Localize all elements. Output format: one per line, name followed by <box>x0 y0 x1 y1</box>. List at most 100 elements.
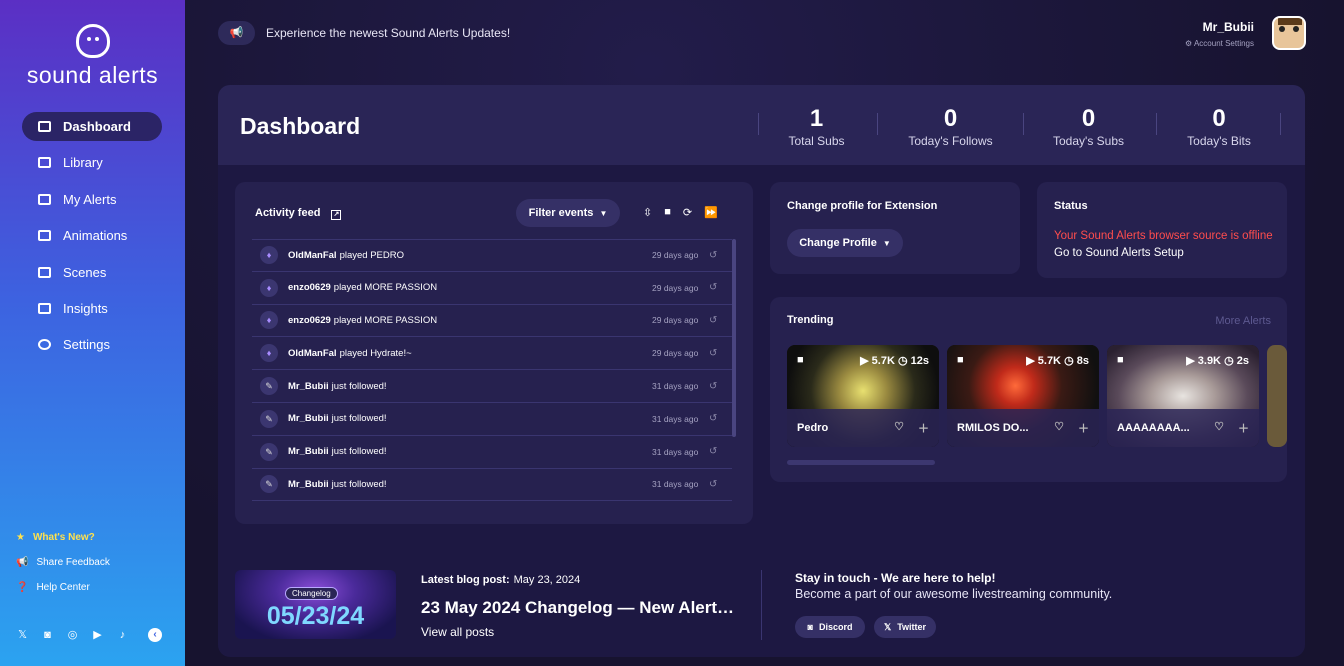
replay-icon[interactable]: ↺ <box>709 413 717 424</box>
blog-title-link[interactable]: 23 May 2024 Changelog — New Alerts ... <box>421 598 736 618</box>
status-message: Your Sound Alerts browser source is offl… <box>1054 230 1273 242</box>
plus-icon[interactable]: ＋ <box>1238 420 1249 436</box>
heart-icon[interactable]: ♡ <box>1054 420 1064 436</box>
sidebar-item-settings[interactable]: Settings <box>22 330 162 359</box>
collapse-sidebar-icon[interactable]: ‹ <box>148 628 162 642</box>
scenes-icon <box>38 266 51 278</box>
video-icon: ■ <box>797 354 804 366</box>
sidebar-item-label: My Alerts <box>63 191 117 207</box>
discord-icon[interactable]: ◙ <box>41 629 54 641</box>
refresh-icon[interactable]: ⟳ <box>683 206 692 219</box>
replay-icon[interactable]: ↺ <box>709 315 717 326</box>
youtube-icon[interactable]: ▶ <box>91 628 104 641</box>
status-panel: Status Your Sound Alerts browser source … <box>1037 182 1287 278</box>
avatar[interactable] <box>1272 16 1306 50</box>
megaphone-icon[interactable]: 📢 <box>218 21 255 45</box>
setup-link[interactable]: Go to Sound Alerts Setup <box>1054 247 1184 259</box>
logo[interactable]: sound alerts <box>0 24 185 89</box>
sidebar-item-label: Settings <box>63 337 110 353</box>
more-alerts-link[interactable]: More Alerts <box>1215 315 1271 327</box>
list-item: ✎ Mr_Bubii just followed! 31 days ago ↺ <box>252 370 732 403</box>
play-icon: ▶ <box>1026 355 1035 367</box>
filter-events-dropdown[interactable]: Filter events ▼ <box>516 199 620 227</box>
x-icon[interactable]: 𝕏 <box>16 628 29 641</box>
replay-icon[interactable]: ↺ <box>709 250 717 261</box>
instagram-icon[interactable]: ◎ <box>66 628 79 641</box>
megaphone-icon: 📢 <box>16 557 29 568</box>
divider <box>758 113 759 135</box>
chevron-down-icon: ▼ <box>599 208 608 218</box>
blog-thumbnail[interactable]: Changelog 05/23/24 <box>235 570 396 639</box>
help-icon: ❓ <box>16 582 29 593</box>
change-profile-button[interactable]: Change Profile ▼ <box>787 229 903 257</box>
sidebar-item-dashboard[interactable]: Dashboard <box>22 112 162 141</box>
library-icon <box>38 157 51 169</box>
list-item: ♦ OldManFal played PEDRO 29 days ago ↺ <box>252 239 732 272</box>
sidebar-item-scenes[interactable]: Scenes <box>22 258 162 287</box>
trending-card[interactable]: ■ ▶ 3.9K ◷ 2s AAAAAAAA... ♡ ＋ <box>1107 345 1259 447</box>
list-item: ♦ enzo0629 played MORE PASSION 29 days ago ↺ <box>252 272 732 305</box>
plus-icon[interactable]: ＋ <box>918 420 929 436</box>
sidebar-item-insights[interactable]: Insights <box>22 294 162 323</box>
stat-todays-bits: 0 Today's Bits <box>1187 105 1251 148</box>
trending-card-partial[interactable] <box>1267 345 1287 447</box>
sidebar-item-label: Insights <box>63 300 108 316</box>
sound-alerts-logo-icon <box>75 24 110 58</box>
change-profile-panel: Change profile for Extension Change Prof… <box>770 182 1020 274</box>
discord-button[interactable]: ◙ Discord <box>795 616 865 638</box>
dashboard-header: Dashboard 1 Total Subs 0 Today's Follows 0… <box>218 85 1305 165</box>
stat-todays-follows: 0 Today's Follows <box>908 105 993 148</box>
video-icon: ■ <box>1117 354 1124 366</box>
alert-icon: ♦ <box>260 311 278 330</box>
help-center-link[interactable]: ❓ Help Center <box>16 582 176 593</box>
horizontal-scrollbar[interactable] <box>787 460 935 465</box>
replay-icon[interactable]: ↺ <box>709 348 717 359</box>
scrollbar[interactable] <box>732 239 736 437</box>
sidebar-nav: Dashboard Library My Alerts Animations S… <box>22 112 162 367</box>
replay-icon[interactable]: ↺ <box>709 282 717 293</box>
follow-icon: ✎ <box>260 442 278 461</box>
trending-title: Trending <box>787 314 834 326</box>
activity-feed-title: Activity feed ↗ <box>255 207 342 220</box>
divider <box>877 113 878 135</box>
sidebar-item-label: Scenes <box>63 264 107 280</box>
stat-total-subs: 1 Total Subs <box>788 105 845 148</box>
stop-icon[interactable]: ■ <box>664 206 671 219</box>
skip-icon[interactable]: ⏩ <box>704 206 718 219</box>
twitter-button[interactable]: 𝕏 Twitter <box>874 616 936 638</box>
announcement-text[interactable]: Experience the newest Sound Alerts Updat… <box>266 26 510 40</box>
trending-card[interactable]: ■ ▶ 5.7K ◷ 12s Pedro ♡ ＋ <box>787 345 939 447</box>
brand-name: sound alerts <box>26 62 159 88</box>
tiktok-icon[interactable]: ♪ <box>116 629 129 641</box>
share-feedback-link[interactable]: 📢 Share Feedback <box>16 557 176 568</box>
list-item: ✎ Mr_Bubii just followed! 31 days ago ↺ <box>252 403 732 436</box>
trending-card[interactable]: ■ ▶ 5.7K ◷ 8s RMILOS DO... ♡ ＋ <box>947 345 1099 447</box>
view-all-posts-link[interactable]: View all posts <box>421 625 494 639</box>
insights-icon <box>38 302 51 314</box>
compress-icon[interactable]: ⇳ <box>643 206 652 219</box>
status-title: Status <box>1054 200 1088 212</box>
sidebar-item-my-alerts[interactable]: My Alerts <box>22 185 162 214</box>
account-settings-link[interactable]: ⚙ Account Settings <box>1185 39 1254 48</box>
social-links: 𝕏 ◙ ◎ ▶ ♪ <box>16 628 129 642</box>
divider <box>1280 113 1281 135</box>
plus-icon[interactable]: ＋ <box>1078 420 1089 436</box>
video-icon: ■ <box>957 354 964 366</box>
activity-feed-panel: Activity feed ↗ Filter events ▼ ⇳ ■ ⟳ ⏩ ♦… <box>235 182 753 524</box>
list-item: ♦ OldManFal played Hydrate!~ 29 days ago ↺ <box>252 337 732 371</box>
heart-icon[interactable]: ♡ <box>894 420 904 436</box>
main-content: 📢 Experience the newest Sound Alerts Upd… <box>185 0 1344 666</box>
x-icon: 𝕏 <box>883 621 892 632</box>
community-headline: Stay in touch - We are here to help! <box>795 571 996 585</box>
sidebar-item-library[interactable]: Library <box>22 148 162 177</box>
user-menu[interactable]: Mr_Bubii ⚙ Account Settings <box>1185 20 1254 48</box>
replay-icon[interactable]: ↺ <box>709 381 717 392</box>
replay-icon[interactable]: ↺ <box>709 446 717 457</box>
sidebar-item-animations[interactable]: Animations <box>22 221 162 250</box>
heart-icon[interactable]: ♡ <box>1214 420 1224 436</box>
replay-icon[interactable]: ↺ <box>709 479 717 490</box>
whats-new-link[interactable]: ★ What's New? <box>16 532 176 543</box>
dashboard-icon <box>38 121 51 132</box>
popout-icon[interactable]: ↗ <box>331 210 342 220</box>
stat-todays-subs: 0 Today's Subs <box>1053 105 1124 148</box>
